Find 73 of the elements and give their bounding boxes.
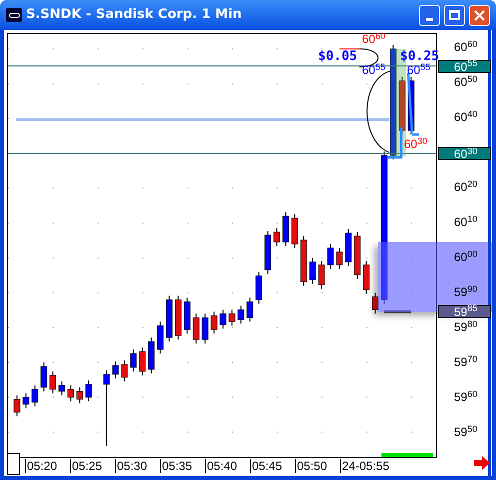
price-label: 59$^{60}$ — [454, 391, 478, 403]
candlestick — [238, 305, 244, 324]
candlestick — [274, 228, 280, 246]
price-label: 60$^{20}$ — [454, 181, 478, 193]
candlestick — [121, 360, 128, 382]
candlestick — [148, 337, 155, 374]
candlestick — [14, 394, 20, 417]
price-label: 59$^{70}$ — [454, 356, 478, 368]
candlestick — [192, 313, 200, 344]
candlestick — [318, 260, 325, 290]
candlestick — [327, 244, 334, 270]
candlestick — [345, 228, 352, 266]
candlestick — [76, 386, 83, 404]
candlestick — [309, 257, 316, 284]
candlestick — [32, 384, 38, 407]
price-label: 60$^{50}$ — [454, 76, 478, 88]
candlestick — [220, 309, 226, 330]
price-label: 59$^{80}$ — [454, 321, 478, 333]
candlestick — [58, 380, 65, 396]
candlestick — [372, 292, 378, 314]
time-label: 05:50 — [295, 459, 340, 473]
time-label: 05:30 — [115, 459, 160, 473]
price-label: 60$^{00}$ — [454, 251, 478, 263]
time-label: 05:45 — [250, 459, 295, 473]
candlestick — [282, 212, 289, 246]
time-range-marker — [381, 453, 433, 457]
price-marker: 60$^{30}$ — [438, 147, 491, 160]
candlestick — [67, 384, 74, 402]
price-label: 59$^{50}$ — [454, 426, 478, 438]
time-label: 05:20 — [25, 459, 70, 473]
candlestick — [363, 260, 370, 294]
candlestick — [202, 313, 208, 344]
candlestick — [40, 362, 48, 392]
candlestick — [139, 347, 146, 376]
close-icon — [474, 10, 485, 20]
candlestick — [174, 295, 182, 340]
price-label: 60$^{40}$ — [454, 111, 478, 123]
candlestick — [354, 232, 361, 280]
candlestick — [50, 370, 56, 394]
candlestick — [256, 271, 262, 304]
high-marker-line — [338, 48, 360, 50]
candlestick — [246, 297, 254, 322]
candlestick — [85, 380, 92, 402]
window-title: S.SNDK - Sandisk Corp. 1 Min — [26, 6, 243, 24]
candlestick — [166, 295, 172, 342]
time-label: 05:35 — [160, 459, 205, 473]
price-marker: 60$^{55}$ — [438, 60, 491, 72]
candlestick — [184, 297, 190, 334]
candlestick — [22, 392, 30, 409]
time-label: 05:40 — [205, 459, 250, 473]
candlestick — [157, 321, 164, 354]
close-button[interactable] — [469, 4, 490, 26]
candlestick — [300, 236, 307, 286]
price-label: 60$^{10}$ — [454, 216, 478, 228]
price-label: 60$^{60}$ — [454, 41, 478, 53]
candlestick — [264, 230, 272, 274]
scroll-thumb[interactable] — [7, 453, 20, 475]
time-label: 05:25 — [70, 459, 115, 473]
candlestick — [336, 248, 343, 270]
price-annotation: 60$^{30}$ — [404, 138, 428, 150]
candlestick — [210, 311, 218, 334]
price-marker: 59$^{85}$ — [438, 304, 491, 318]
candlestick — [112, 360, 119, 379]
price-annotation: $0.05 — [318, 50, 358, 63]
candlestick — [130, 349, 137, 372]
stop-line — [384, 310, 412, 314]
candlestick — [291, 214, 298, 248]
maximize-button[interactable] — [444, 4, 465, 26]
minimize-button[interactable] — [419, 4, 440, 26]
candlestick — [228, 309, 236, 326]
app-icon — [6, 8, 22, 22]
price-label: 59$^{90}$ — [454, 286, 478, 298]
arrow-right-icon[interactable] — [474, 456, 490, 470]
